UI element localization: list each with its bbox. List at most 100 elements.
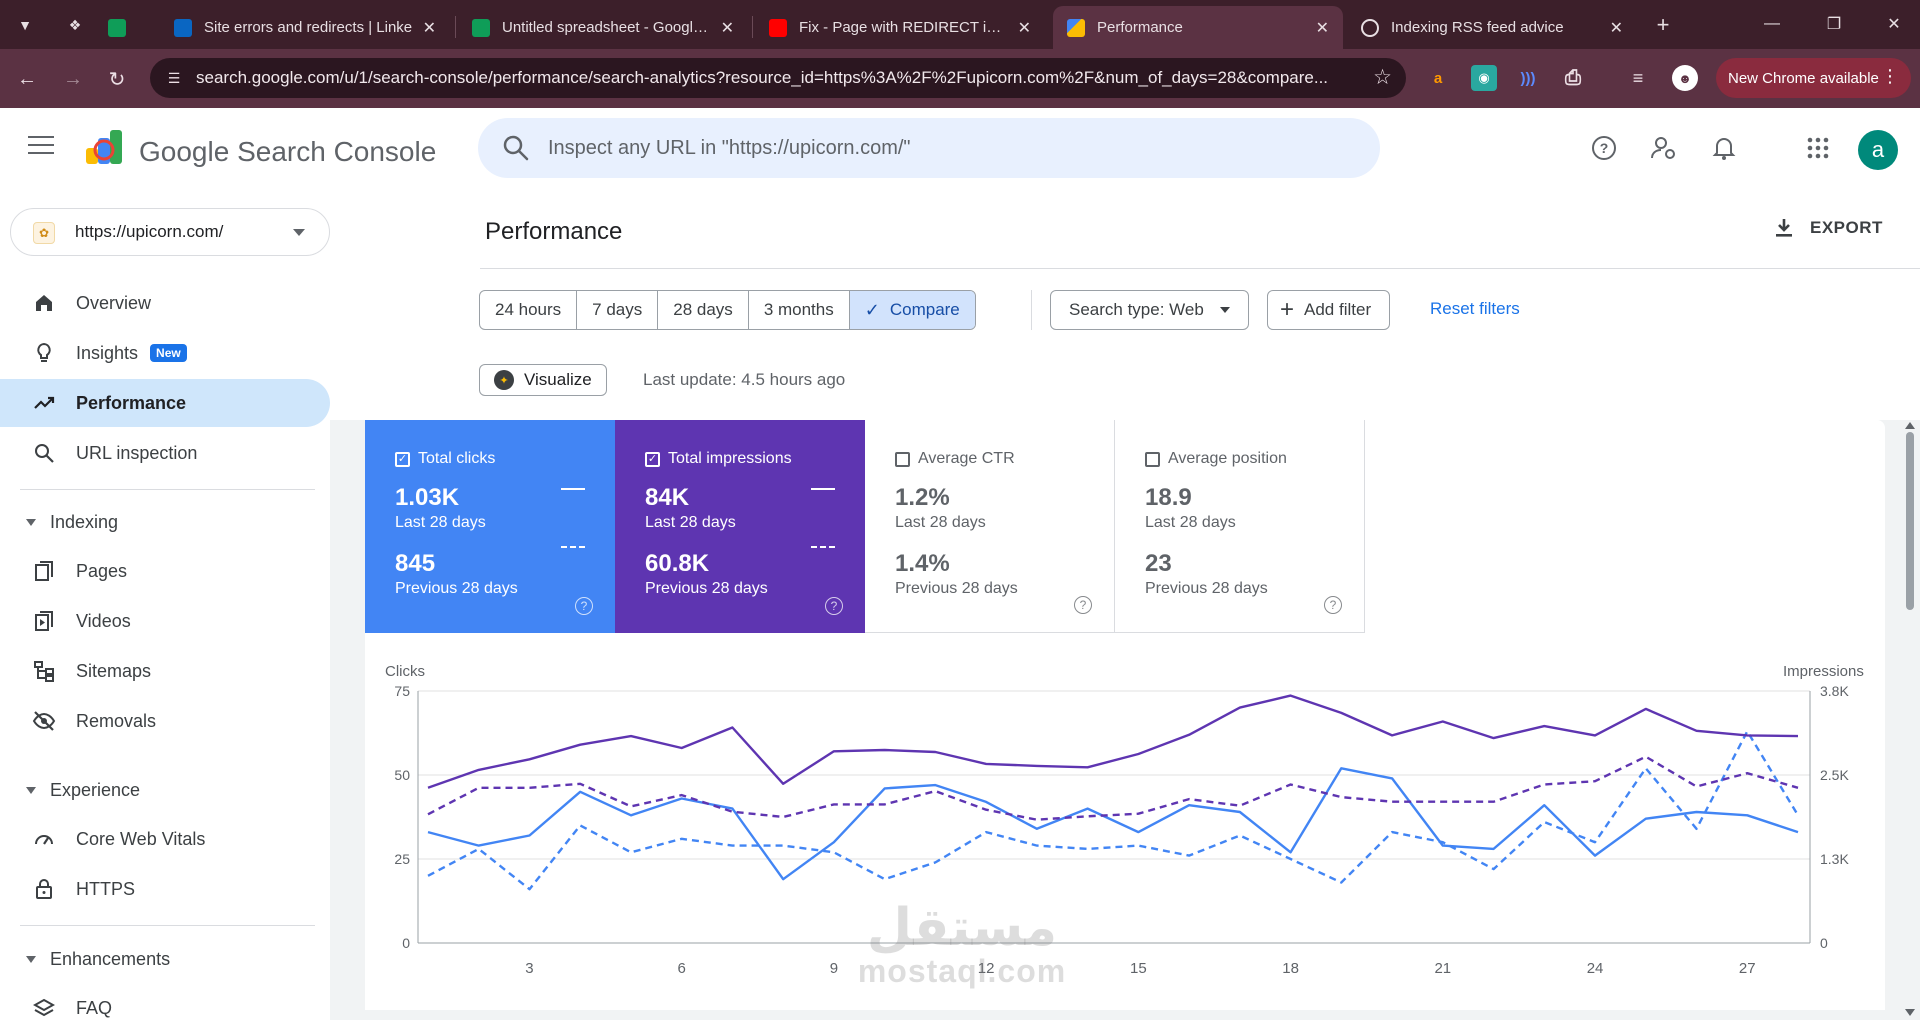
sidebar-item-core-web-vitals[interactable]: Core Web Vitals (0, 815, 330, 863)
profile-avatar-icon[interactable]: ☻ (1672, 65, 1698, 91)
filter-divider (1031, 290, 1032, 330)
close-icon[interactable]: ✕ (1316, 18, 1329, 38)
address-url[interactable]: search.google.com/u/1/search-console/per… (196, 68, 1356, 88)
scrollbar-thumb[interactable] (1906, 432, 1914, 610)
tab-linkedin[interactable]: Site errors and redirects | Linke ✕ (160, 6, 450, 49)
date-option-3-months[interactable]: 3 months (749, 291, 850, 329)
help-icon[interactable]: ? (1588, 132, 1620, 164)
download-icon (1776, 219, 1792, 237)
tab-spreadsheet[interactable]: Untitled spreadsheet - Google S ✕ (458, 6, 748, 49)
page-scrollbar[interactable] (1900, 420, 1920, 1020)
tab-youtube[interactable]: Fix - Page with REDIRECT in Go ✕ (755, 6, 1045, 49)
x-tick-label: 9 (830, 960, 838, 977)
audio-extension-icon[interactable]: ))) (1515, 65, 1541, 91)
sidebar-item-https[interactable]: HTTPS (0, 865, 330, 913)
reload-icon[interactable]: ↻ (102, 64, 132, 94)
address-bar[interactable]: ☰ search.google.com/u/1/search-console/p… (150, 58, 1406, 98)
sidebar-item-removals[interactable]: Removals (0, 697, 330, 745)
plus-icon: + (1280, 296, 1295, 323)
manage-users-icon[interactable] (1648, 132, 1680, 164)
help-icon[interactable]: ? (1324, 596, 1342, 614)
tab-performance[interactable]: Performance ✕ (1053, 6, 1343, 49)
linkedin-video-icon (174, 18, 192, 37)
date-option-24-hours[interactable]: 24 hours (480, 291, 578, 329)
forward-arrow-icon[interactable]: → (58, 64, 88, 94)
date-option-compare[interactable]: ✓ Compare (849, 291, 975, 329)
metric-average-position[interactable]: Average position 18.9 Last 28 days 23 Pr… (1115, 420, 1365, 633)
property-selector[interactable]: ✿ https://upicorn.com/ (10, 208, 330, 256)
search-type-dropdown[interactable]: Search type: Web (1050, 290, 1249, 330)
x-tick-label: 6 (678, 960, 686, 977)
sidebar-section-indexing[interactable]: Indexing (0, 502, 118, 542)
account-avatar[interactable]: a (1858, 130, 1898, 170)
solid-line-key-icon (811, 488, 835, 490)
checkbox-unchecked-icon[interactable] (895, 451, 910, 467)
metric-average-ctr[interactable]: Average CTR 1.2% Last 28 days 1.4% Previ… (865, 420, 1115, 633)
sidebar-item-videos[interactable]: Videos (0, 597, 330, 645)
x-tick-label: 21 (1434, 960, 1451, 977)
url-inspection-input[interactable] (548, 130, 1348, 166)
more-vert-icon[interactable]: ⋮ (1881, 66, 1899, 87)
export-button[interactable]: EXPORT (1772, 216, 1883, 240)
sidebar-item-overview[interactable]: Overview (0, 279, 330, 327)
tab-sheets-pinned[interactable] (108, 6, 138, 49)
help-icon[interactable]: ? (825, 597, 843, 615)
new-tab-plus-icon[interactable]: + (1648, 10, 1678, 40)
notifications-bell-icon[interactable] (1708, 132, 1740, 164)
sidebar-item-insights[interactable]: Insights New (0, 329, 330, 377)
sidebar-item-faq[interactable]: FAQ (0, 984, 330, 1020)
apps-grid-icon[interactable] (1802, 132, 1834, 164)
close-icon[interactable]: ✕ (721, 18, 734, 38)
sidebar-section-experience[interactable]: Experience (0, 770, 140, 810)
date-option-7-days[interactable]: 7 days (577, 291, 659, 329)
dashed-line-key-icon (811, 546, 835, 548)
sidebar-item-pages[interactable]: Pages (0, 547, 330, 595)
window-close-icon[interactable]: ✕ (1874, 10, 1914, 38)
restore-icon[interactable]: ❐ (1814, 10, 1854, 38)
tab-rss-advice[interactable]: Indexing RSS feed advice ✕ (1347, 6, 1637, 49)
mostaql-watermark: مستقل mostaql.com (842, 900, 1082, 987)
bookmark-star-icon[interactable]: ☆ (1373, 65, 1392, 90)
search-console-logo-icon (86, 130, 122, 164)
close-icon[interactable]: ✕ (1610, 18, 1623, 38)
tab-search-icon[interactable]: ▼ (10, 10, 40, 40)
sheets-icon (108, 18, 126, 37)
site-info-icon[interactable]: ☰ (162, 66, 186, 90)
checkbox-checked-icon[interactable]: ✓ (645, 451, 660, 467)
help-icon[interactable]: ? (1074, 596, 1092, 614)
metric-total-impressions[interactable]: ✓ Total impressions 84K Last 28 days 60.8… (615, 420, 865, 633)
media-controls-icon[interactable]: ≡ (1625, 65, 1651, 91)
date-option-28-days[interactable]: 28 days (658, 291, 749, 329)
sidebar-item-sitemaps[interactable]: Sitemaps (0, 647, 330, 695)
x-tick-label: 15 (1130, 960, 1147, 977)
chevron-down-icon (1219, 307, 1230, 313)
scroll-up-arrow-icon[interactable] (1905, 422, 1915, 429)
sidebar-section-enhancements[interactable]: Enhancements (0, 939, 170, 979)
close-icon[interactable]: ✕ (423, 18, 436, 38)
menu-icon[interactable] (28, 136, 54, 156)
dashed-line-key-icon (561, 546, 585, 548)
sidebar-item-url-inspection[interactable]: URL inspection (0, 429, 330, 477)
metric-total-clicks[interactable]: ✓ Total clicks 1.03K Last 28 days 845 Pre… (365, 420, 615, 633)
impressions-previous-series-line (427, 755, 1799, 821)
sidebar-item-performance[interactable]: Performance (0, 379, 330, 427)
url-inspection-search[interactable] (478, 118, 1380, 178)
performance-chart[interactable]: 025507501.3K2.5K3.8K3 6 9 12 15 18 21 24 27 (365, 655, 1885, 995)
add-filter-button[interactable]: + Add filter (1267, 290, 1391, 330)
close-icon[interactable]: ✕ (1018, 18, 1031, 38)
help-icon[interactable]: ? (575, 597, 593, 615)
shield-extension-icon[interactable]: ◉ (1471, 65, 1497, 91)
amazon-extension-icon[interactable]: a (1425, 65, 1451, 91)
checkbox-unchecked-icon[interactable] (1145, 451, 1160, 467)
checkbox-checked-icon[interactable]: ✓ (395, 451, 410, 467)
puzzle-extensions-icon[interactable]: ⎙ (1560, 65, 1586, 91)
chrome-update-button[interactable]: New Chrome available ⋮ (1716, 58, 1911, 98)
scroll-down-arrow-icon[interactable] (1905, 1009, 1915, 1016)
back-arrow-icon[interactable]: ← (12, 64, 42, 94)
extension-diamond-icon[interactable]: ❖ (60, 10, 90, 40)
expand-triangle-icon (26, 518, 36, 526)
reset-filters-link[interactable]: Reset filters (1430, 299, 1520, 319)
visualize-button[interactable]: ✦ Visualize (479, 364, 607, 396)
date-range-selector: 24 hours 7 days 28 days 3 months ✓ Compa… (479, 290, 976, 330)
minimize-icon[interactable]: — (1752, 10, 1792, 38)
